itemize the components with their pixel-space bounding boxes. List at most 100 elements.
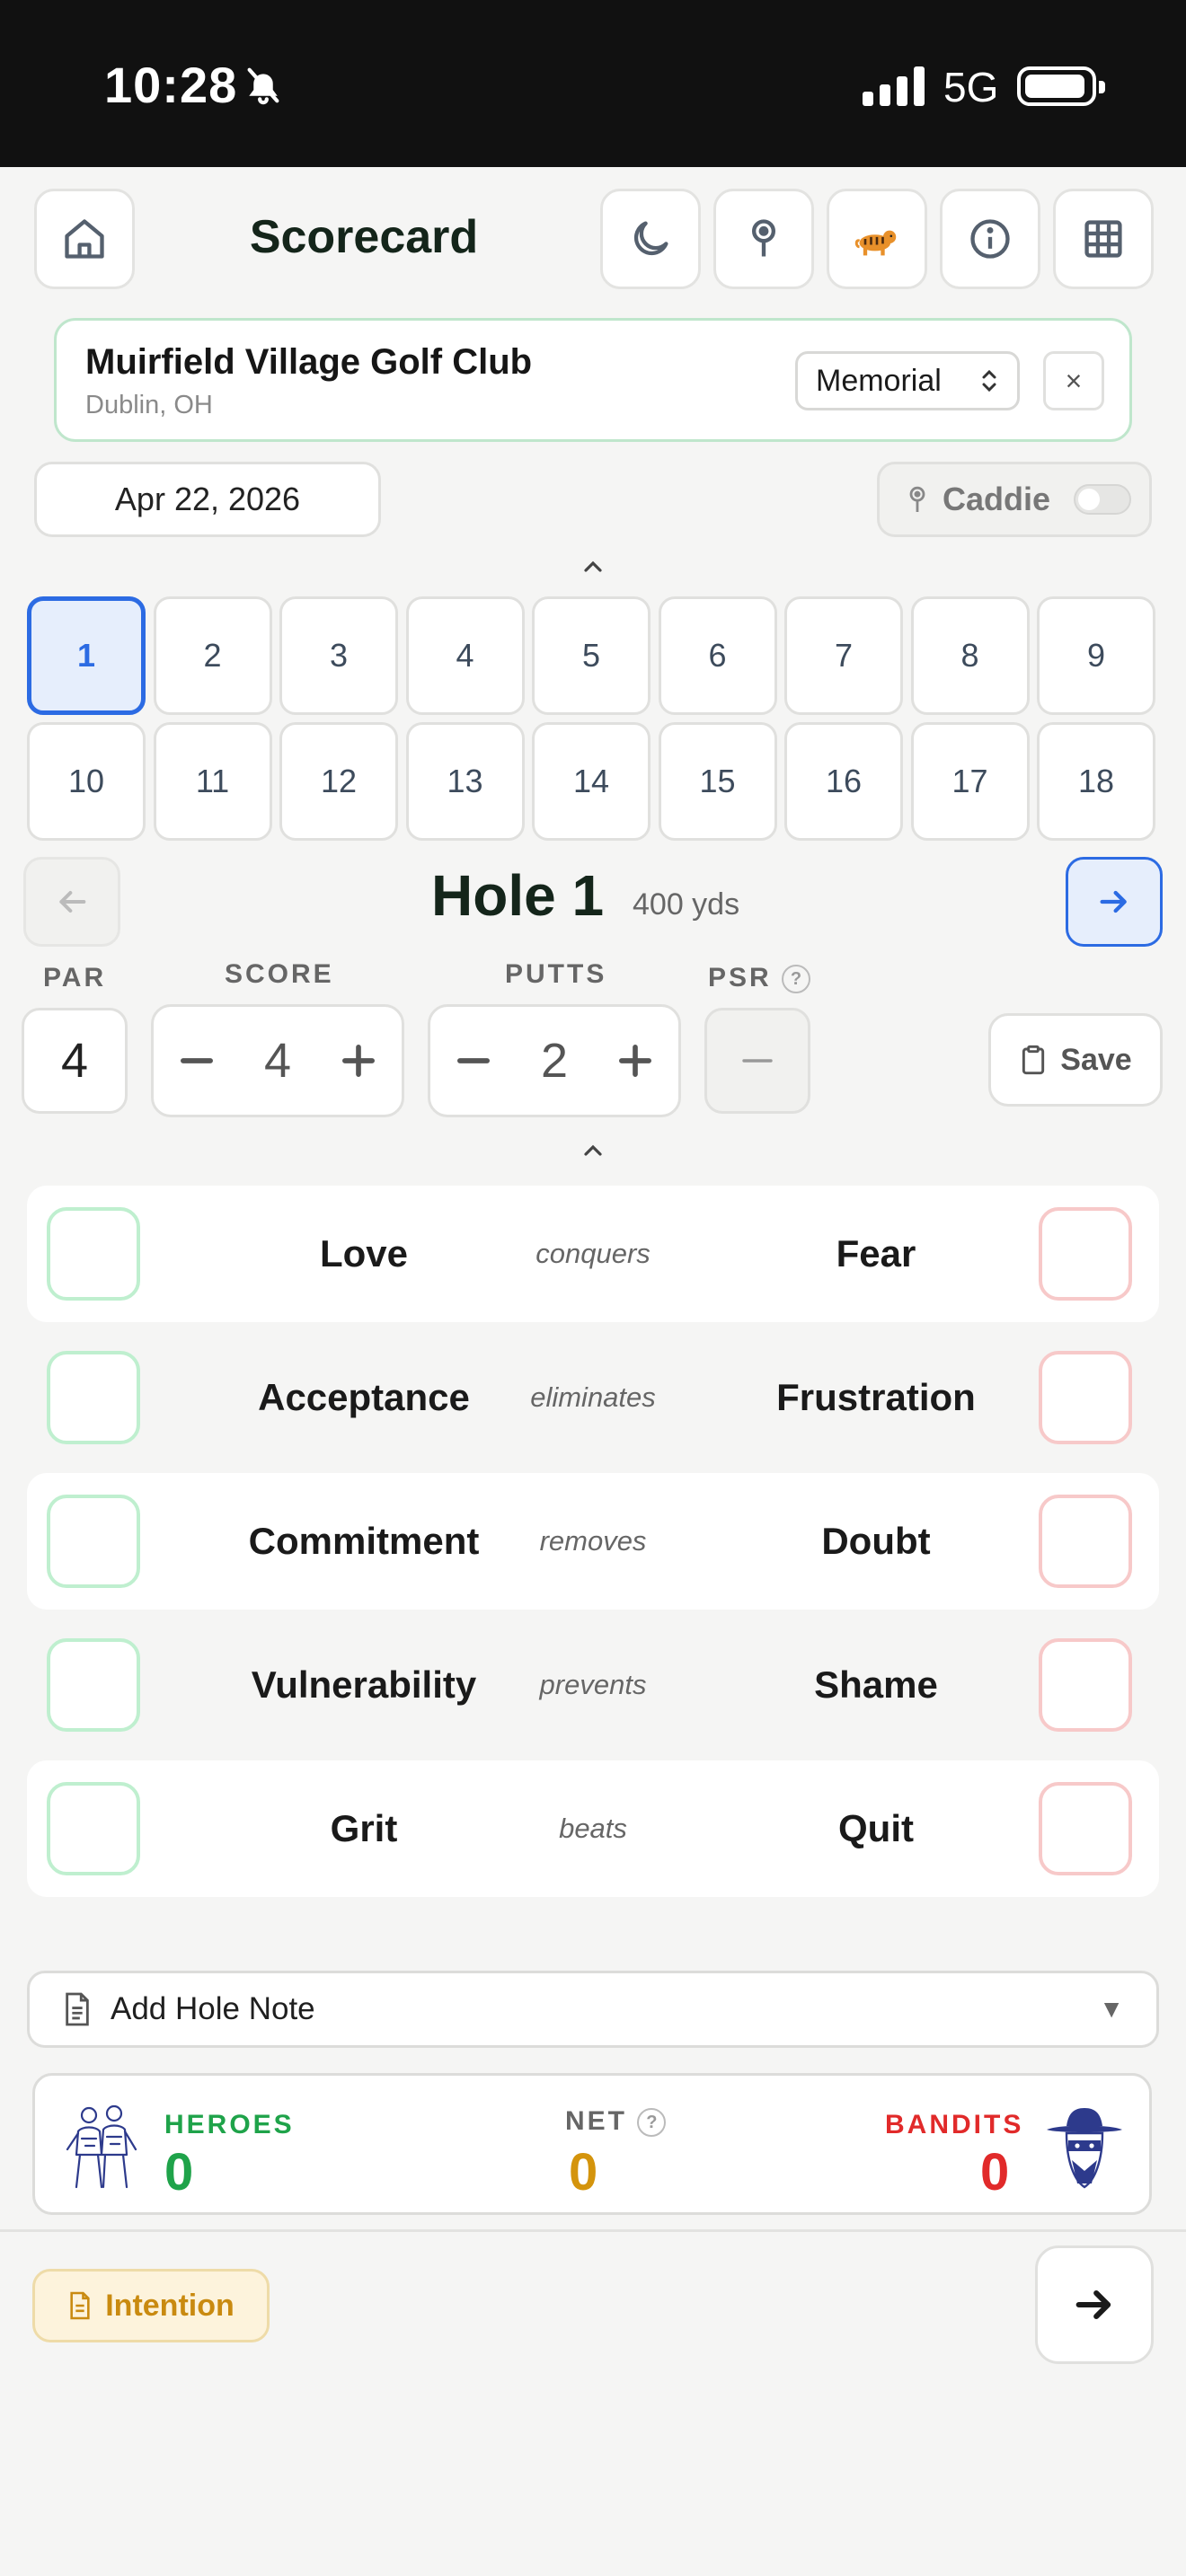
course-card[interactable]: Muirfield Village Golf Club Dublin, OH M… (54, 318, 1132, 442)
grid-button[interactable] (1053, 189, 1154, 289)
psr-label-group: PSR ? (708, 963, 811, 994)
battery-icon (1017, 66, 1105, 106)
net-label: NET (565, 2106, 627, 2136)
net-help-icon[interactable]: ? (637, 2108, 667, 2138)
hole-button-3[interactable]: 3 (279, 596, 398, 715)
hole-button-7[interactable]: 7 (784, 596, 903, 715)
collapse-holes-button[interactable] (575, 559, 611, 586)
network-type: 5G (943, 64, 999, 110)
putts-value: 2 (540, 1034, 569, 1088)
mantra-negative: Shame (814, 1663, 938, 1706)
mantra-row: Love conquers Fear (27, 1186, 1159, 1322)
hole-button-14[interactable]: 14 (532, 722, 651, 841)
increment-putts-button[interactable] (612, 1037, 659, 1084)
hole-button-9[interactable]: 9 (1037, 596, 1155, 715)
page-title: Scorecard (249, 211, 479, 263)
map-pin-icon (909, 486, 925, 512)
close-icon: × (1065, 364, 1083, 397)
hole-selector-grid: 1 2 3 4 5 6 7 8 9 10 11 12 13 14 15 16 17 18 (27, 596, 1159, 841)
hole-button-5[interactable]: 5 (532, 596, 651, 715)
silent-bell-icon (247, 67, 279, 105)
save-button[interactable]: Save (988, 1013, 1163, 1107)
net-count: 0 (569, 2143, 598, 2201)
hole-button-2[interactable]: 2 (153, 596, 272, 715)
arrow-right-icon (1075, 2289, 1111, 2320)
mantra-row: Acceptance eliminates Frustration (27, 1329, 1159, 1466)
mantra-positive: Love (319, 1232, 409, 1275)
hole-button-8[interactable]: 8 (910, 596, 1030, 715)
hole-button-15[interactable]: 15 (658, 722, 777, 841)
hole-button-4[interactable]: 4 (405, 596, 525, 715)
mantra-row: Grit beats Quit (27, 1760, 1159, 1897)
mantra-positive: Acceptance (258, 1376, 470, 1418)
hole-button-13[interactable]: 13 (405, 722, 525, 841)
psr-help-icon[interactable]: ? (782, 965, 811, 994)
clipboard-icon (1022, 1045, 1045, 1075)
hole-button-6[interactable]: 6 (658, 596, 777, 715)
hole-button-11[interactable]: 11 (153, 722, 272, 841)
status-time: 10:28 (104, 57, 238, 113)
intention-button[interactable]: Intention (32, 2269, 270, 2342)
score-stepper: 4 (151, 1004, 404, 1117)
negative-checkbox[interactable] (1039, 1495, 1132, 1588)
positive-checkbox[interactable] (47, 1207, 140, 1301)
home-button[interactable] (34, 189, 135, 289)
dark-mode-button[interactable] (600, 189, 701, 289)
bandit-icon (1047, 2108, 1122, 2189)
info-button[interactable] (940, 189, 1040, 289)
grid-icon (1084, 220, 1122, 258)
mantra-row: Vulnerability prevents Shame (27, 1617, 1159, 1753)
decrement-score-button[interactable] (173, 1037, 220, 1084)
positive-checkbox[interactable] (47, 1495, 140, 1588)
positive-checkbox[interactable] (47, 1782, 140, 1875)
hole-button-18[interactable]: 18 (1037, 722, 1155, 841)
negative-checkbox[interactable] (1039, 1207, 1132, 1301)
heroes-bandits-card: HEROES 0 NET ? 0 BANDITS 0 (32, 2073, 1152, 2215)
positive-checkbox[interactable] (47, 1351, 140, 1444)
mantra-negative: Fear (836, 1232, 916, 1275)
course-name: Muirfield Village Golf Club (85, 342, 533, 382)
negative-checkbox[interactable] (1039, 1351, 1132, 1444)
score-value: 4 (263, 1034, 292, 1088)
caddie-toggle-pill[interactable]: Caddie (877, 462, 1152, 537)
chevron-up-down-icon (982, 369, 996, 393)
intention-label: Intention (105, 2288, 235, 2323)
increment-score-button[interactable] (335, 1037, 382, 1084)
add-hole-note-button[interactable]: Add Hole Note ▼ (27, 1971, 1159, 2048)
round-date-field[interactable]: Apr 22, 2026 (34, 462, 381, 537)
collapse-stats-button[interactable] (575, 1142, 611, 1169)
footer-divider (0, 2229, 1186, 2232)
par-label: PAR (43, 963, 107, 992)
hole-button-10[interactable]: 10 (27, 722, 146, 841)
arrow-right-icon (1100, 890, 1127, 913)
continue-button[interactable] (1035, 2245, 1154, 2364)
hole-button-1[interactable]: 1 (27, 596, 146, 715)
hole-button-12[interactable]: 12 (279, 722, 398, 841)
dash-icon (742, 1059, 773, 1063)
tiger-button[interactable] (827, 189, 927, 289)
location-button[interactable] (713, 189, 814, 289)
hole-button-16[interactable]: 16 (784, 722, 903, 841)
caddie-label: Caddie (943, 481, 1051, 517)
document-icon (70, 2291, 90, 2320)
caret-down-icon: ▼ (1099, 1995, 1124, 2023)
next-hole-button[interactable] (1066, 857, 1163, 947)
mantra-negative: Quit (838, 1807, 914, 1849)
negative-checkbox[interactable] (1039, 1638, 1132, 1732)
negative-checkbox[interactable] (1039, 1782, 1132, 1875)
hole-button-17[interactable]: 17 (910, 722, 1030, 841)
caddie-toggle[interactable] (1074, 484, 1132, 515)
positive-checkbox[interactable] (47, 1638, 140, 1732)
tiger-icon (854, 230, 897, 256)
tee-select[interactable]: Memorial (795, 351, 1020, 410)
psr-value-box[interactable] (704, 1008, 810, 1114)
save-label: Save (1060, 1042, 1132, 1077)
mantra-negative: Frustration (776, 1376, 976, 1418)
decrement-putts-button[interactable] (450, 1037, 497, 1084)
map-pin-icon (752, 219, 775, 257)
previous-hole-button[interactable] (23, 857, 120, 947)
chevron-up-icon (584, 560, 602, 572)
chevron-up-icon (584, 1144, 602, 1156)
clear-course-button[interactable]: × (1043, 351, 1104, 410)
bandits-label: BANDITS (885, 2110, 1024, 2139)
